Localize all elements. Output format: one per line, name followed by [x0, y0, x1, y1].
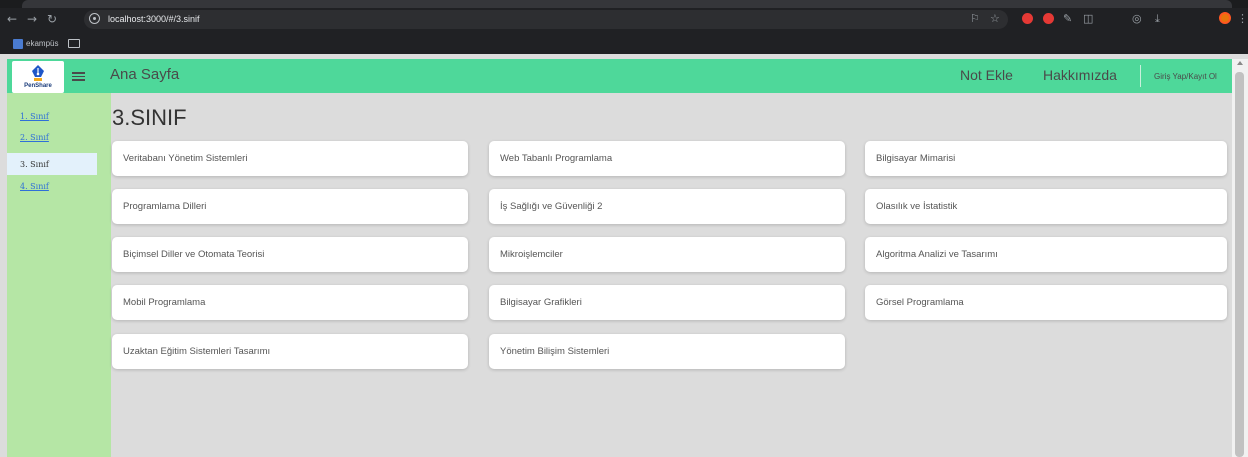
hamburger-menu-icon[interactable] — [70, 69, 88, 83]
pen-logo-icon — [32, 65, 44, 81]
bookmarks-bar — [0, 33, 1248, 54]
logo-text: PenShare — [24, 83, 52, 89]
course-card[interactable]: Algoritma Analizi ve Tasarımı — [865, 237, 1227, 272]
sidebar-item-label[interactable]: 2. Sınıf — [20, 133, 49, 143]
course-label[interactable]: Web Tabanlı Programlama — [500, 153, 612, 165]
course-card[interactable]: Bilgisayar Grafikleri — [489, 285, 845, 320]
course-label[interactable]: Mikroişlemciler — [500, 249, 563, 261]
sidebar-item-2-sinif[interactable]: 2. Sınıf — [7, 133, 97, 155]
course-card[interactable]: Olasılık ve İstatistik — [865, 189, 1227, 224]
url-text[interactable]: localhost:3000/#/3.sinif — [108, 13, 200, 25]
course-label[interactable]: Bilgisayar Grafikleri — [500, 297, 582, 309]
cast-icon[interactable]: ◎ — [1132, 12, 1142, 26]
translate-icon[interactable]: ⚐ — [970, 12, 980, 26]
extension-record-icon[interactable] — [1043, 13, 1054, 24]
course-card[interactable]: Biçimsel Diller ve Otomata Teorisi — [112, 237, 468, 272]
sidebar-item-4-sinif[interactable]: 4. Sınıf — [7, 182, 97, 204]
sidebar-item-3-sinif[interactable]: 3. Sınıf — [7, 153, 97, 175]
scroll-up-arrow-icon[interactable] — [1237, 61, 1243, 65]
sidebar-item-label[interactable]: 4. Sınıf — [20, 182, 49, 192]
course-card[interactable]: Mobil Programlama — [112, 285, 468, 320]
course-label[interactable]: Görsel Programlama — [876, 297, 964, 309]
menu-dots-icon[interactable]: ⋮ — [1237, 12, 1248, 26]
site-info-icon[interactable] — [89, 13, 100, 24]
reload-icon[interactable]: ↻ — [47, 12, 57, 26]
course-label[interactable]: Veritabanı Yönetim Sistemleri — [123, 153, 247, 165]
course-label[interactable]: Uzaktan Eğitim Sistemleri Tasarımı — [123, 346, 270, 358]
course-card[interactable]: Mikroişlemciler — [489, 237, 845, 272]
course-card[interactable]: Yönetim Bilişim Sistemleri — [489, 334, 845, 369]
bookmark-ekampus[interactable]: ekampüs — [26, 39, 58, 49]
extension-pen-icon[interactable]: ✎ — [1063, 12, 1072, 26]
bookmark-star-icon[interactable]: ☆ — [990, 12, 1000, 26]
course-label[interactable]: Programlama Dilleri — [123, 201, 206, 213]
nav-login-link[interactable]: Giriş Yap/Kayıt Ol — [1154, 72, 1217, 82]
course-card[interactable]: Programlama Dilleri — [112, 189, 468, 224]
page-title: 3.SINIF — [112, 105, 187, 130]
nav-add-note-link[interactable]: Not Ekle — [960, 66, 1013, 84]
sidebar-item-label[interactable]: 1. Sınıf — [20, 112, 49, 122]
course-label[interactable]: Biçimsel Diller ve Otomata Teorisi — [123, 249, 264, 261]
course-card[interactable]: Bilgisayar Mimarisi — [865, 141, 1227, 176]
nav-home-link[interactable]: Ana Sayfa — [110, 66, 179, 84]
profile-avatar[interactable] — [1219, 12, 1231, 24]
nav-divider — [1140, 65, 1141, 87]
scrollbar-thumb[interactable] — [1235, 72, 1244, 457]
bookmark-folder-icon[interactable] — [68, 39, 80, 48]
top-navbar: PenShare Ana Sayfa Not Ekle Hakkımızda G… — [7, 59, 1232, 93]
course-label[interactable]: Yönetim Bilişim Sistemleri — [500, 346, 609, 358]
bookmark-favicon-icon — [13, 39, 23, 49]
extensions-puzzle-icon[interactable]: ◫ — [1083, 12, 1093, 26]
app-root: PenShare Ana Sayfa Not Ekle Hakkımızda G… — [7, 59, 1232, 457]
nav-about-link[interactable]: Hakkımızda — [1043, 66, 1117, 84]
course-card[interactable]: İş Sağlığı ve Güvenliği 2 — [489, 189, 845, 224]
course-label[interactable]: Algoritma Analizi ve Tasarımı — [876, 249, 998, 261]
penshare-logo[interactable]: PenShare — [12, 61, 64, 93]
back-icon[interactable]: ← — [7, 12, 17, 26]
course-card[interactable]: Uzaktan Eğitim Sistemleri Tasarımı — [112, 334, 468, 369]
sidebar: 1. Sınıf 2. Sınıf 3. Sınıf 4. Sınıf — [7, 93, 111, 457]
browser-tab[interactable] — [22, 0, 1232, 8]
course-label[interactable]: İş Sağlığı ve Güvenliği 2 — [500, 201, 602, 213]
course-label[interactable]: Olasılık ve İstatistik — [876, 201, 957, 213]
course-card[interactable]: Veritabanı Yönetim Sistemleri — [112, 141, 468, 176]
course-label[interactable]: Bilgisayar Mimarisi — [876, 153, 955, 165]
course-card[interactable]: Görsel Programlama — [865, 285, 1227, 320]
sidebar-item-label[interactable]: 3. Sınıf — [20, 160, 49, 170]
address-bar[interactable] — [84, 10, 1008, 29]
download-icon[interactable]: ⤓ — [1155, 12, 1160, 26]
extension-adblock-icon[interactable] — [1022, 13, 1033, 24]
sidebar-item-1-sinif[interactable]: 1. Sınıf — [7, 112, 97, 134]
course-card[interactable]: Web Tabanlı Programlama — [489, 141, 845, 176]
forward-icon[interactable]: → — [27, 12, 37, 26]
course-label[interactable]: Mobil Programlama — [123, 297, 205, 309]
